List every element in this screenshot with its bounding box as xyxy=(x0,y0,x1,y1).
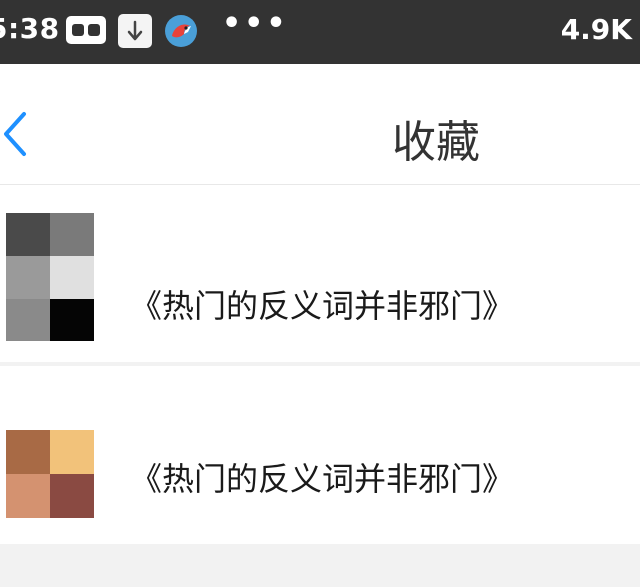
network-speed: 4.9K xyxy=(560,13,632,46)
bird-app-icon xyxy=(164,14,198,48)
favorite-title: 《热门的反义词并非邪门》 xyxy=(130,287,515,325)
nav-bar: 收藏 xyxy=(0,64,640,185)
status-bar: 5:38 ••• 4.9K xyxy=(0,0,640,64)
favorite-title: 《热门的反义词并非邪门》 xyxy=(130,460,515,498)
back-button[interactable] xyxy=(0,104,40,164)
list-item[interactable]: 《热门的反义词并非邪门》 xyxy=(0,366,640,544)
favorites-list: 《热门的反义词并非邪门》 《热门的反义词并非邪门》 xyxy=(0,185,640,544)
list-item[interactable]: 《热门的反义词并非邪门》 xyxy=(0,185,640,362)
more-dots-icon: ••• xyxy=(222,6,289,41)
thumbnail-image xyxy=(6,430,94,558)
cassette-icon xyxy=(66,16,106,44)
page-title: 收藏 xyxy=(392,117,480,168)
thumbnail-image xyxy=(6,213,94,341)
status-time: 5:38 xyxy=(0,12,60,45)
bottom-area xyxy=(0,545,640,587)
chevron-left-icon xyxy=(4,112,26,156)
download-icon xyxy=(118,14,152,48)
